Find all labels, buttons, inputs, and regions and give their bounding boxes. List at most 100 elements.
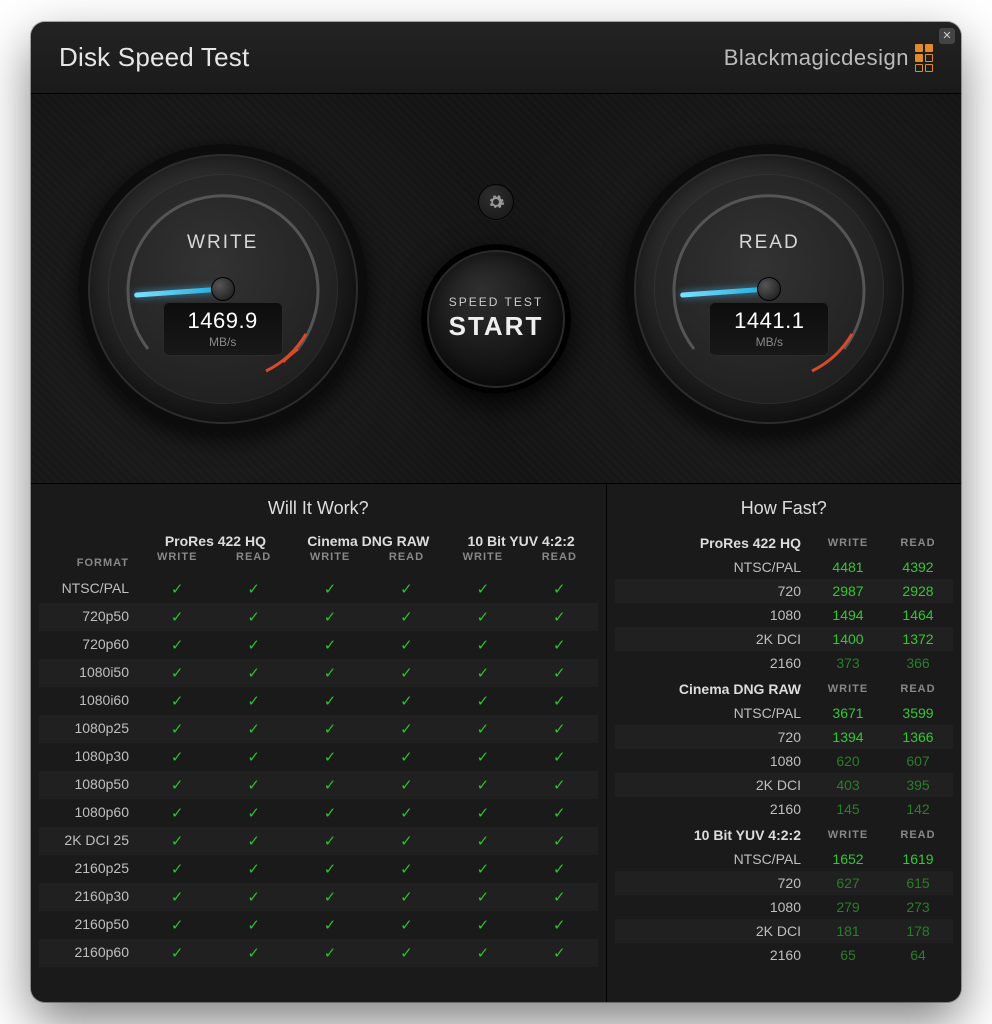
check-icon: ✓ [400, 805, 413, 822]
check-icon: ✓ [400, 693, 413, 710]
start-button[interactable]: SPEED TEST START [421, 244, 571, 394]
check-cell: ✓ [139, 631, 215, 659]
check-icon: ✓ [400, 749, 413, 766]
fast-write-value: 403 [813, 773, 883, 797]
check-icon: ✓ [171, 721, 184, 738]
check-cell: ✓ [368, 827, 444, 855]
check-icon: ✓ [247, 637, 260, 654]
check-cell: ✓ [521, 659, 597, 687]
check-icon: ✓ [324, 805, 337, 822]
check-cell: ✓ [368, 743, 444, 771]
check-cell: ✓ [215, 743, 291, 771]
fast-read-value: 3599 [883, 701, 953, 725]
check-icon: ✓ [477, 917, 490, 934]
fast-read-value: 366 [883, 651, 953, 675]
format-label: 2160p30 [39, 883, 139, 911]
check-cell: ✓ [139, 771, 215, 799]
will-it-work-panel: Will It Work? ProRes 422 HQCinema DNG RA… [31, 484, 607, 1002]
check-icon: ✓ [477, 805, 490, 822]
page-title: Disk Speed Test [59, 42, 249, 73]
check-cell: ✓ [215, 799, 291, 827]
check-icon: ✓ [247, 777, 260, 794]
check-icon: ✓ [171, 805, 184, 822]
check-cell: ✓ [215, 575, 291, 603]
check-cell: ✓ [215, 939, 291, 967]
check-icon: ✓ [400, 581, 413, 598]
fast-format-label: NTSC/PAL [615, 555, 813, 579]
check-cell: ✓ [292, 771, 368, 799]
check-icon: ✓ [553, 889, 566, 906]
check-icon: ✓ [553, 721, 566, 738]
check-cell: ✓ [292, 939, 368, 967]
check-cell: ✓ [445, 939, 521, 967]
fast-write-value: 1652 [813, 847, 883, 871]
check-cell: ✓ [292, 743, 368, 771]
check-cell: ✓ [445, 883, 521, 911]
write-header: WRITE [292, 551, 368, 575]
check-icon: ✓ [477, 861, 490, 878]
check-cell: ✓ [139, 911, 215, 939]
how-fast-panel: How Fast? ProRes 422 HQWRITEREADNTSC/PAL… [607, 484, 961, 1002]
check-icon: ✓ [247, 945, 260, 962]
fast-write-value: 627 [813, 871, 883, 895]
check-icon: ✓ [553, 917, 566, 934]
start-button-sub: SPEED TEST [449, 295, 543, 309]
gear-icon[interactable] [478, 184, 514, 220]
format-label: NTSC/PAL [39, 575, 139, 603]
fast-read-value: 1372 [883, 627, 953, 651]
check-cell: ✓ [139, 575, 215, 603]
check-cell: ✓ [139, 603, 215, 631]
format-label: 720p50 [39, 603, 139, 631]
check-icon: ✓ [171, 777, 184, 794]
check-cell: ✓ [445, 715, 521, 743]
check-icon: ✓ [400, 777, 413, 794]
fast-format-label: 720 [615, 871, 813, 895]
check-icon: ✓ [171, 861, 184, 878]
check-icon: ✓ [477, 693, 490, 710]
check-icon: ✓ [324, 721, 337, 738]
check-icon: ✓ [477, 777, 490, 794]
format-label: 1080p50 [39, 771, 139, 799]
format-header: FORMAT [39, 551, 139, 575]
check-icon: ✓ [171, 749, 184, 766]
check-cell: ✓ [445, 855, 521, 883]
close-icon[interactable]: ✕ [939, 28, 955, 44]
format-label: 1080p25 [39, 715, 139, 743]
check-cell: ✓ [139, 855, 215, 883]
check-cell: ✓ [368, 911, 444, 939]
check-cell: ✓ [368, 855, 444, 883]
check-cell: ✓ [215, 715, 291, 743]
check-icon: ✓ [324, 945, 337, 962]
check-icon: ✓ [171, 637, 184, 654]
check-cell: ✓ [445, 799, 521, 827]
check-icon: ✓ [247, 861, 260, 878]
check-cell: ✓ [368, 715, 444, 743]
check-cell: ✓ [139, 715, 215, 743]
fast-write-value: 181 [813, 919, 883, 943]
write-speed-value: 1469.9 [188, 308, 258, 334]
format-label: 2K DCI 25 [39, 827, 139, 855]
check-icon: ✓ [324, 581, 337, 598]
check-cell: ✓ [521, 883, 597, 911]
gauge-pivot-icon [211, 277, 235, 301]
fast-codec-header: Cinema DNG RAW [615, 675, 813, 701]
fast-write-value: 1494 [813, 603, 883, 627]
write-header: WRITE [813, 821, 883, 847]
fast-format-label: NTSC/PAL [615, 701, 813, 725]
check-icon: ✓ [324, 637, 337, 654]
check-cell: ✓ [292, 603, 368, 631]
check-cell: ✓ [215, 659, 291, 687]
check-cell: ✓ [445, 575, 521, 603]
read-readout: 1441.1 MB/s [709, 302, 829, 356]
read-speed-value: 1441.1 [734, 308, 804, 334]
fast-codec-header: ProRes 422 HQ [615, 529, 813, 555]
tables: Will It Work? ProRes 422 HQCinema DNG RA… [31, 484, 961, 1002]
read-header: READ [883, 529, 953, 555]
check-cell: ✓ [139, 883, 215, 911]
check-cell: ✓ [292, 715, 368, 743]
check-icon: ✓ [477, 609, 490, 626]
check-cell: ✓ [368, 799, 444, 827]
disk-speed-test-window: ✕ Disk Speed Test Blackmagicdesign WRITE… [31, 22, 961, 1002]
format-label: 2160p25 [39, 855, 139, 883]
check-icon: ✓ [324, 749, 337, 766]
